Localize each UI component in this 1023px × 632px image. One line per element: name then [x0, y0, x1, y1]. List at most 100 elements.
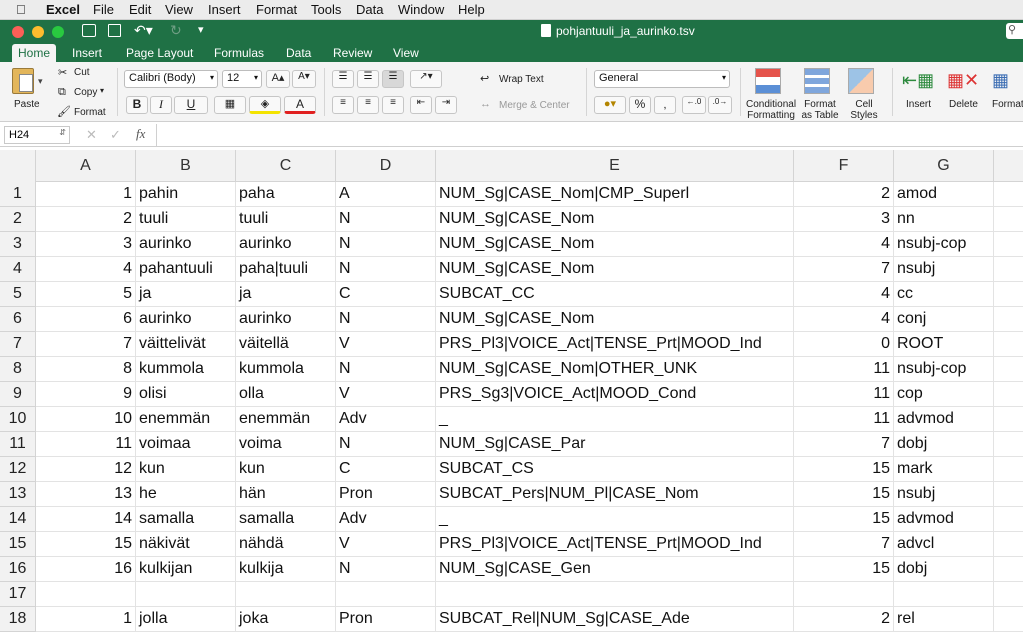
percent-button[interactable]: % [629, 96, 651, 114]
cell-e[interactable]: _ [436, 407, 794, 432]
cell-f[interactable]: 4 [794, 307, 894, 332]
row-header[interactable]: 12 [0, 457, 36, 482]
cell-g[interactable]: nsubj [894, 482, 994, 507]
cell-a[interactable]: 8 [36, 357, 136, 382]
conditional-formatting-button[interactable]: Conditional Formatting [746, 99, 796, 121]
cell-g[interactable]: nsubj [894, 257, 994, 282]
tab-review[interactable]: Review [327, 44, 378, 62]
cell-f[interactable]: 15 [794, 482, 894, 507]
insert-cells-button[interactable]: Insert [906, 99, 931, 110]
column-header-e[interactable]: E [436, 150, 794, 182]
cell-c[interactable]: paha [236, 182, 336, 207]
cell-h[interactable] [994, 382, 1023, 407]
font-color-button[interactable]: A [284, 96, 316, 114]
menu-format[interactable]: Format [256, 2, 297, 17]
cell-c[interactable]: voima [236, 432, 336, 457]
cell-f[interactable]: 11 [794, 357, 894, 382]
cell-a[interactable]: 3 [36, 232, 136, 257]
cell-c[interactable]: hän [236, 482, 336, 507]
row-header[interactable]: 11 [0, 432, 36, 457]
align-center-icon[interactable]: ≡ [357, 96, 379, 114]
cell-h[interactable] [994, 332, 1023, 357]
delete-cells-icon[interactable]: ▦✕ [947, 70, 979, 91]
cell-f[interactable]: 4 [794, 282, 894, 307]
increase-font-size-button[interactable]: A▴ [266, 70, 290, 88]
cell-g[interactable]: advmod [894, 507, 994, 532]
cell-c[interactable]: olla [236, 382, 336, 407]
row-header[interactable]: 3 [0, 232, 36, 257]
align-middle-icon[interactable]: ☰ [357, 70, 379, 88]
cell-e[interactable]: NUM_Sg|CASE_Nom|OTHER_UNK [436, 357, 794, 382]
cell-d[interactable]: V [336, 332, 436, 357]
cell-a[interactable]: 12 [36, 457, 136, 482]
apple-icon[interactable]:  [16, 2, 26, 17]
format-painter-button[interactable]: Format [74, 107, 106, 118]
cell-d[interactable]: C [336, 282, 436, 307]
cell-h[interactable] [994, 607, 1023, 632]
cell-f[interactable]: 7 [794, 532, 894, 557]
cell-a[interactable] [36, 582, 136, 607]
cell-d[interactable]: V [336, 382, 436, 407]
zoom-window-button[interactable] [52, 26, 64, 38]
cell-d[interactable]: Pron [336, 482, 436, 507]
cell-d[interactable]: N [336, 557, 436, 582]
cell-g[interactable] [894, 582, 994, 607]
cell-b[interactable]: väittelivät [136, 332, 236, 357]
orientation-icon[interactable]: ↗▾ [410, 70, 442, 88]
cell-g[interactable]: rel [894, 607, 994, 632]
delete-cells-button[interactable]: Delete [949, 99, 978, 110]
column-header-f[interactable]: F [794, 150, 894, 182]
cell-f[interactable]: 7 [794, 257, 894, 282]
column-header-a[interactable]: A [36, 150, 136, 182]
cell-h[interactable] [994, 507, 1023, 532]
paste-dropdown-icon[interactable]: ▾ [38, 76, 43, 87]
cell-h[interactable] [994, 257, 1023, 282]
cell-b[interactable]: olisi [136, 382, 236, 407]
cell-e[interactable]: SUBCAT_CC [436, 282, 794, 307]
cell-g[interactable]: dobj [894, 432, 994, 457]
align-right-icon[interactable]: ≡ [382, 96, 404, 114]
increase-indent-icon[interactable]: ⇥ [435, 96, 457, 114]
copy-dropdown-icon[interactable]: ▾ [100, 86, 104, 95]
cell-a[interactable]: 2 [36, 207, 136, 232]
cell-e[interactable]: PRS_Pl3|VOICE_Act|TENSE_Prt|MOOD_Ind [436, 332, 794, 357]
format-cells-button[interactable]: Format [992, 99, 1023, 110]
cell-e[interactable]: PRS_Sg3|VOICE_Act|MOOD_Cond [436, 382, 794, 407]
menu-data[interactable]: Data [356, 2, 383, 17]
close-window-button[interactable] [12, 26, 24, 38]
wrap-text-button[interactable]: Wrap Text [499, 74, 544, 85]
cell-b[interactable]: näkivät [136, 532, 236, 557]
row-header[interactable]: 8 [0, 357, 36, 382]
cell-h[interactable] [994, 457, 1023, 482]
cell-g[interactable]: amod [894, 182, 994, 207]
cell-e[interactable]: NUM_Sg|CASE_Nom [436, 307, 794, 332]
cell-b[interactable]: voimaa [136, 432, 236, 457]
format-as-table-button[interactable]: Format as Table [798, 99, 842, 121]
cell-h[interactable] [994, 432, 1023, 457]
cell-h[interactable] [994, 232, 1023, 257]
cell-d[interactable]: V [336, 532, 436, 557]
cell-a[interactable]: 4 [36, 257, 136, 282]
cell-styles-button[interactable]: Cell Styles [840, 99, 888, 121]
cell-c[interactable]: aurinko [236, 232, 336, 257]
row-header[interactable]: 9 [0, 382, 36, 407]
cell-b[interactable]: he [136, 482, 236, 507]
cell-h[interactable] [994, 532, 1023, 557]
tab-page-layout[interactable]: Page Layout [120, 44, 199, 62]
search-icon[interactable]: ⚲ [1006, 23, 1023, 39]
cell-b[interactable]: enemmän [136, 407, 236, 432]
cell-e[interactable]: NUM_Sg|CASE_Nom [436, 232, 794, 257]
cell-c[interactable]: aurinko [236, 307, 336, 332]
cell-c[interactable]: ja [236, 282, 336, 307]
align-top-icon[interactable]: ☰ [332, 70, 354, 88]
minimize-window-button[interactable] [32, 26, 44, 38]
cell-a[interactable]: 9 [36, 382, 136, 407]
menu-view[interactable]: View [165, 2, 193, 17]
bold-button[interactable]: B [126, 96, 148, 114]
cell-d[interactable]: Adv [336, 507, 436, 532]
cell-h[interactable] [994, 357, 1023, 382]
cell-h[interactable] [994, 557, 1023, 582]
cell-g[interactable]: nsubj-cop [894, 357, 994, 382]
row-header[interactable]: 2 [0, 207, 36, 232]
paste-label[interactable]: Paste [14, 99, 40, 110]
